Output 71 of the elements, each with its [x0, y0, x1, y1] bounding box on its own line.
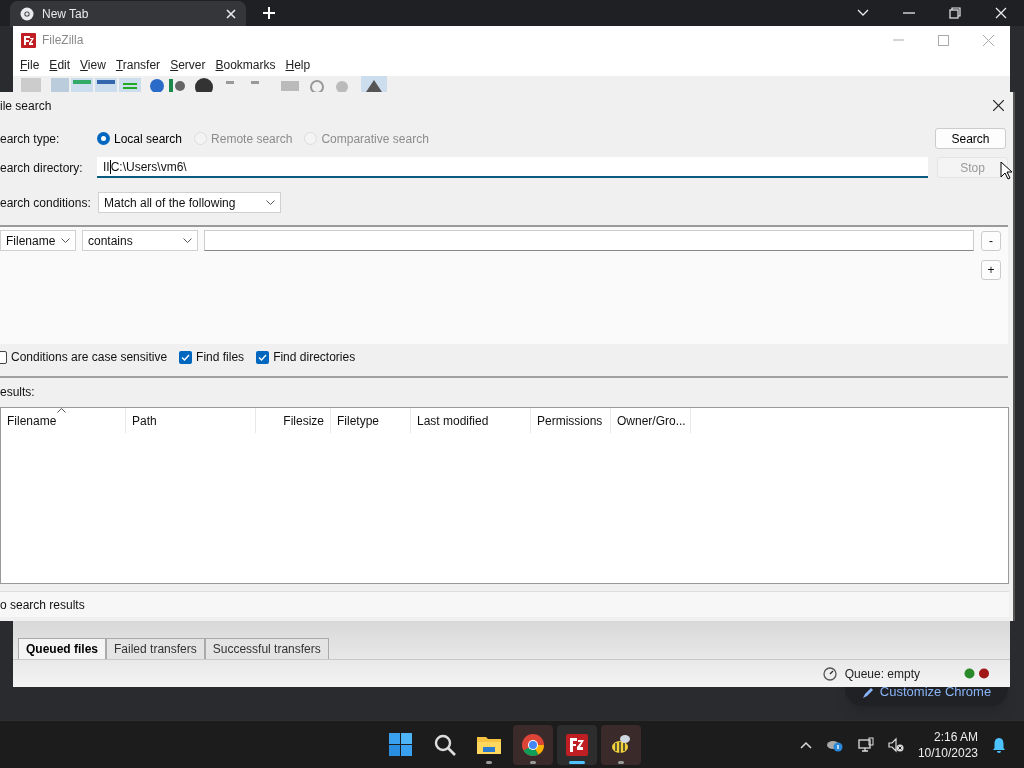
menu-item[interactable]: View	[80, 56, 106, 74]
status-lights-icon	[964, 668, 990, 679]
menu-item[interactable]: File	[20, 56, 40, 74]
chevron-down-icon	[266, 200, 275, 205]
close-icon[interactable]	[993, 100, 1004, 111]
chevron-up-icon[interactable]	[799, 741, 812, 749]
remove-condition-button[interactable]: -	[981, 230, 1001, 251]
column-header[interactable]: Filetype	[331, 408, 411, 433]
app-icon	[565, 733, 589, 757]
dialog-button[interactable]: Search	[935, 128, 1006, 149]
taskbar-button[interactable]	[557, 725, 597, 765]
checkbox-label: Find files	[196, 349, 245, 366]
chevron-down-icon	[61, 238, 70, 243]
checkmark-icon	[258, 353, 268, 361]
new-tab-icon[interactable]	[263, 7, 275, 19]
window-title: FileZilla	[42, 32, 85, 49]
taskbar-button[interactable]	[601, 725, 641, 765]
column-header[interactable]: Owner/Gro...	[611, 408, 691, 433]
radio-label: Remote search	[211, 130, 293, 148]
checkbox-label: Find directories	[273, 349, 356, 366]
cloud-icon[interactable]	[825, 738, 844, 752]
cursor-icon	[1000, 161, 1012, 180]
field-dropdown[interactable]: Filename	[0, 230, 76, 251]
radio-button[interactable]	[97, 132, 110, 145]
gauge-icon	[822, 666, 837, 681]
status-text: o search results	[0, 596, 85, 614]
app-icon	[521, 733, 545, 757]
speaker-muted-icon[interactable]	[887, 737, 904, 753]
queue-tab[interactable]: Failed transfers	[106, 638, 205, 659]
app-logo-icon	[21, 32, 36, 48]
column-header[interactable]: Filesize	[256, 408, 331, 433]
column-header[interactable]: Filename	[1, 408, 126, 433]
radio-label: Comparative search	[321, 130, 429, 148]
browser-tab[interactable]: New Tab	[10, 1, 246, 27]
toolbar-drawing[interactable]	[19, 76, 389, 92]
directory-field[interactable]: IIC:\Users\vm6\	[97, 157, 928, 178]
clock[interactable]: 2:16 AM 10/10/2023	[917, 729, 978, 761]
chevron-down-icon	[183, 238, 192, 243]
checkbox-label: Conditions are case sensitive	[11, 349, 168, 366]
search-icon	[433, 733, 457, 757]
queue-tab[interactable]: Queued files	[18, 638, 107, 659]
network-icon[interactable]	[857, 737, 874, 753]
dialog-title: ile search	[0, 97, 53, 115]
results-label: esults:	[0, 385, 36, 399]
notification-bell-icon[interactable]	[992, 737, 1006, 753]
menu-item[interactable]: Edit	[49, 56, 71, 74]
add-condition-button[interactable]: +	[981, 260, 1001, 280]
column-header[interactable]: Last modified	[411, 408, 531, 433]
field-label: earch directory:	[0, 159, 84, 177]
checkbox[interactable]	[256, 350, 270, 364]
menu-item[interactable]: Server	[170, 56, 206, 74]
column-header[interactable]: Path	[126, 408, 256, 433]
windows-logo-icon	[389, 733, 413, 757]
field-label: earch type:	[0, 130, 61, 148]
conditions-dropdown[interactable]: Match all of the following	[98, 192, 281, 213]
radio-label: Local search	[114, 130, 183, 148]
queue-status: Queue: empty	[844, 665, 920, 683]
checkbox[interactable]	[179, 350, 193, 364]
operator-dropdown[interactable]: contains	[82, 230, 198, 251]
browser-logo-icon	[20, 7, 34, 21]
menu-item[interactable]: Transfer	[115, 56, 161, 74]
menu-item[interactable]: Help	[285, 56, 311, 74]
taskbar-button[interactable]	[513, 725, 553, 765]
value-field[interactable]	[204, 230, 974, 251]
checkmark-icon	[181, 353, 191, 361]
column-header[interactable]: Permissions	[531, 408, 611, 433]
menu-item[interactable]: Bookmarks	[215, 56, 276, 74]
restore-icon[interactable]	[949, 7, 961, 19]
queue-tab[interactable]: Successful transfers	[204, 638, 329, 659]
field-label: earch conditions:	[0, 194, 92, 212]
chevron-down-icon[interactable]	[857, 9, 869, 17]
